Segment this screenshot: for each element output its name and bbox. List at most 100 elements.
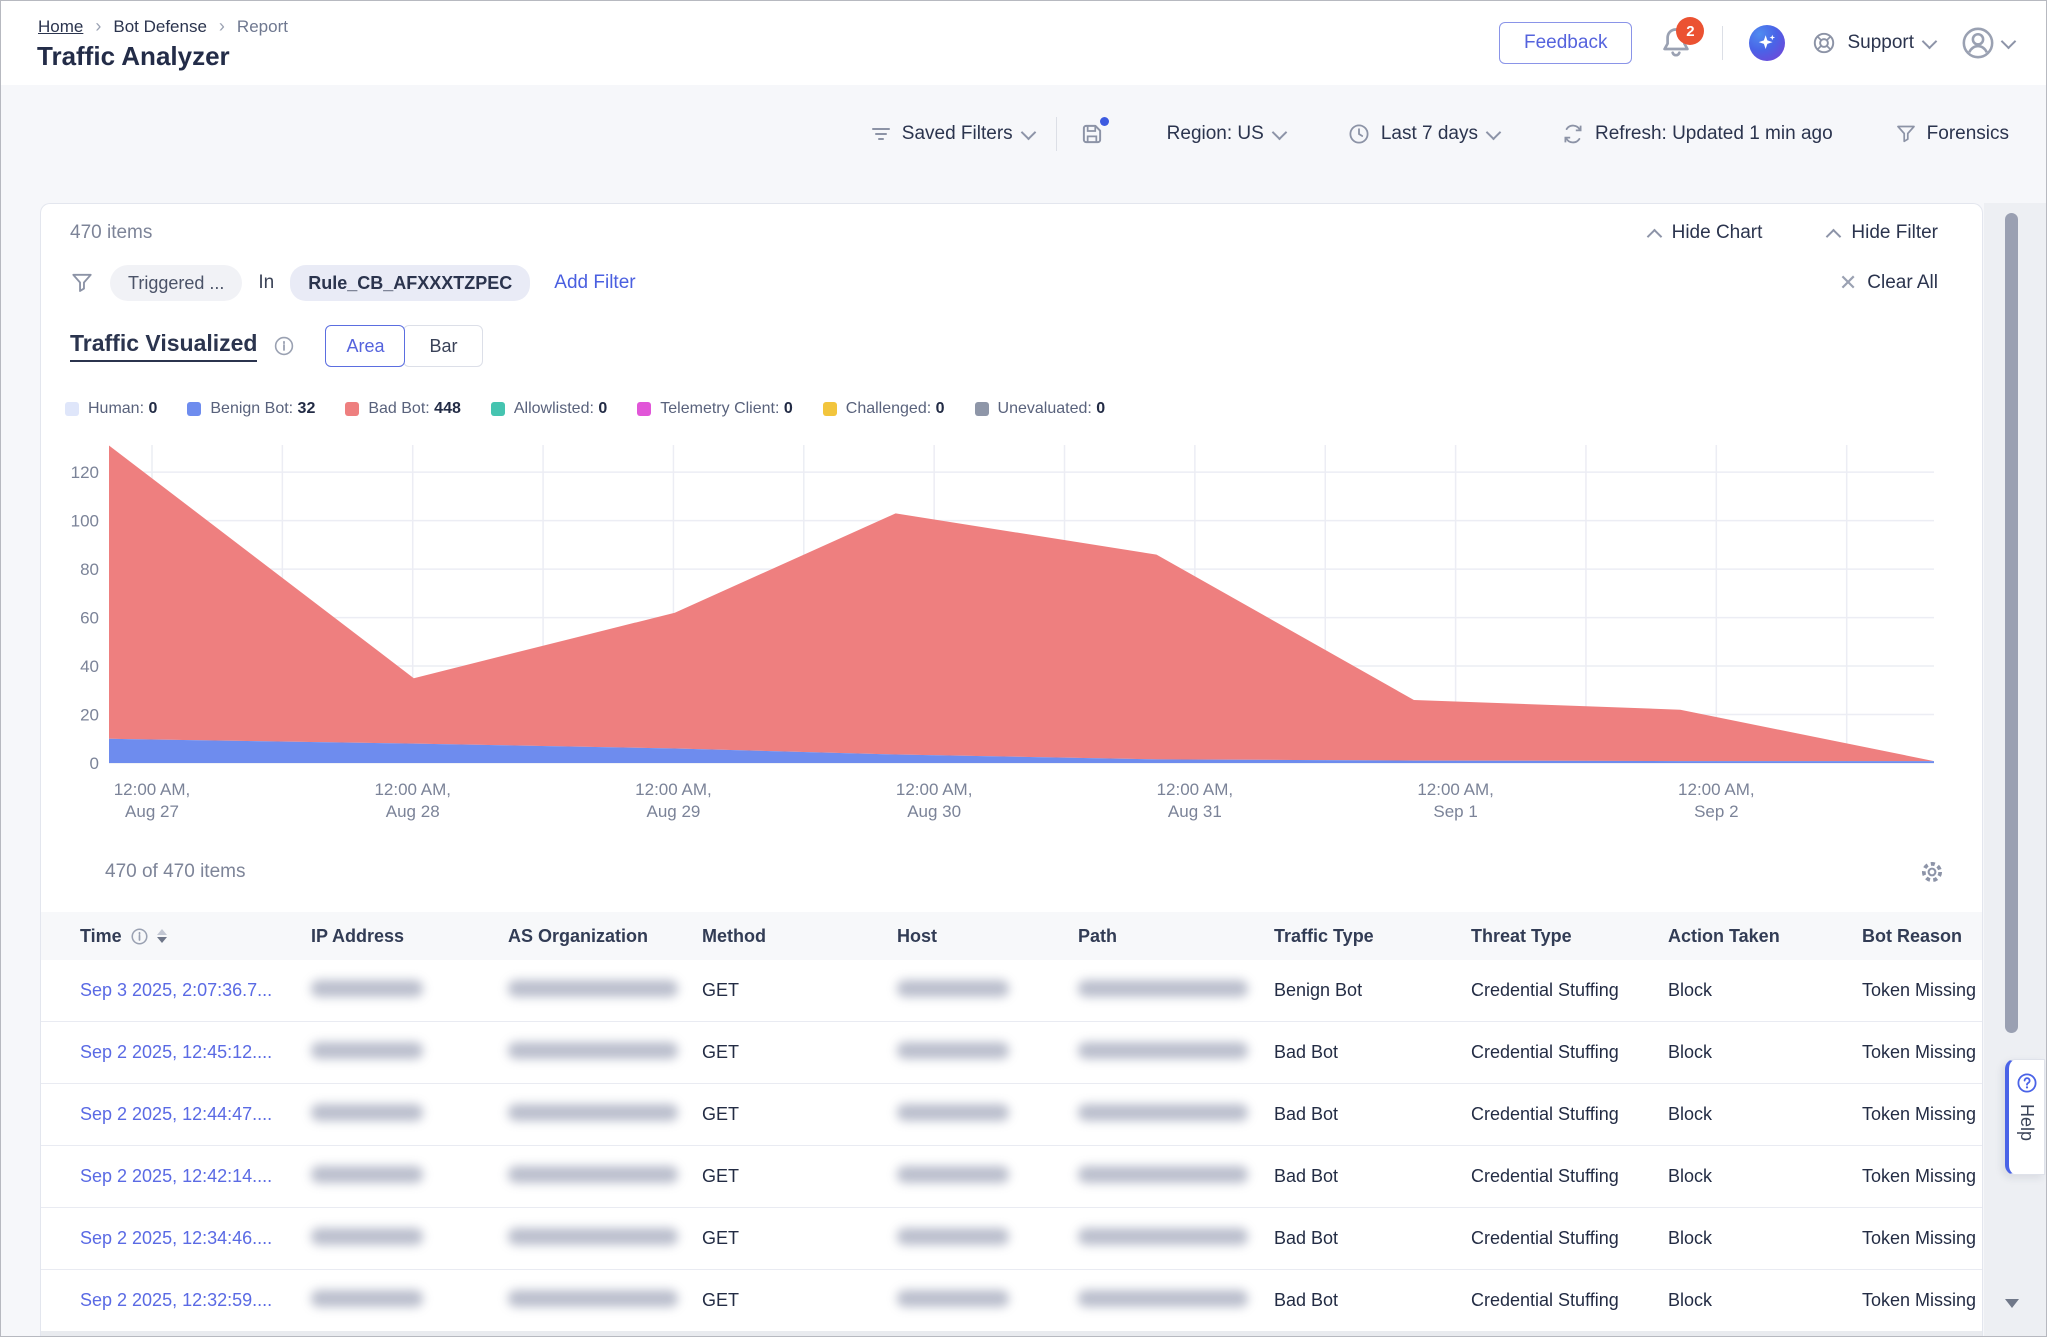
bar-view-button[interactable]: Bar <box>403 325 483 367</box>
table-row[interactable]: Sep 2 2025, 12:34:46....GETBad BotCreden… <box>41 1208 1982 1270</box>
legend-label: Unevaluated: 0 <box>998 400 1106 418</box>
region-label: Region: US <box>1167 123 1264 145</box>
cell-threat-type: Credential Stuffing <box>1471 1042 1668 1063</box>
cell-as-organization <box>508 980 702 1002</box>
help-tab[interactable]: Help <box>2005 1059 2045 1175</box>
redacted-cell <box>897 1166 1009 1183</box>
info-icon[interactable] <box>130 927 149 946</box>
time-link[interactable]: Sep 2 2025, 12:44:47.... <box>80 1104 272 1124</box>
saved-filters-button[interactable]: Saved Filters <box>870 123 1034 145</box>
area-view-button[interactable]: Area <box>325 325 405 367</box>
help-label: Help <box>2016 1104 2037 1141</box>
info-icon[interactable] <box>273 335 295 357</box>
cell-threat-type: Credential Stuffing <box>1471 980 1668 1001</box>
time-link[interactable]: Sep 3 2025, 2:07:36.7... <box>80 980 272 1000</box>
x-axis-tick-date: Aug 31 <box>1168 802 1222 821</box>
legend-item-unevaluated[interactable]: Unevaluated: 0 <box>975 400 1106 418</box>
filter-operator: In <box>258 272 274 294</box>
clear-all-button[interactable]: ✕ Clear All <box>1839 270 1938 296</box>
redacted-cell <box>508 1228 678 1245</box>
hide-filter-button[interactable]: Hide Filter <box>1828 222 1938 244</box>
x-axis-tick-date: Aug 27 <box>125 802 179 821</box>
breadcrumb: Home › Bot Defense › Report <box>38 16 288 37</box>
column-header-method[interactable]: Method <box>702 926 897 947</box>
column-header-bot-reason[interactable]: Bot Reason <box>1862 926 1982 947</box>
legend-swatch <box>187 402 201 416</box>
legend-item-bad-bot[interactable]: Bad Bot: 448 <box>345 400 461 418</box>
breadcrumb-home-link[interactable]: Home <box>38 17 83 37</box>
legend-swatch <box>345 402 359 416</box>
breadcrumb-bot-defense[interactable]: Bot Defense <box>113 17 207 37</box>
time-link[interactable]: Sep 2 2025, 12:34:46.... <box>80 1228 272 1248</box>
y-axis-tick-label: 120 <box>71 463 99 482</box>
filter-field-pill[interactable]: Triggered ... <box>110 265 242 301</box>
column-header-time[interactable]: Time <box>80 926 311 947</box>
redacted-cell <box>311 1166 423 1183</box>
table-row[interactable]: Sep 2 2025, 12:42:14....GETBad BotCreden… <box>41 1146 1982 1208</box>
forensics-button[interactable]: Forensics <box>1895 123 2009 145</box>
legend-item-benign-bot[interactable]: Benign Bot: 32 <box>187 400 315 418</box>
cell-traffic-type: Bad Bot <box>1274 1228 1471 1249</box>
hide-chart-button[interactable]: Hide Chart <box>1649 222 1763 244</box>
refresh-button[interactable]: Refresh: Updated 1 min ago <box>1561 122 1833 146</box>
legend-item-allowlisted[interactable]: Allowlisted: 0 <box>491 400 607 418</box>
legend-label: Allowlisted: 0 <box>514 400 607 418</box>
y-axis-tick-label: 40 <box>80 657 99 676</box>
user-menu[interactable] <box>1961 26 2014 60</box>
table-row[interactable]: Sep 2 2025, 12:32:59....GETBad BotCreden… <box>41 1270 1982 1332</box>
support-menu[interactable]: Support <box>1811 30 1935 56</box>
cell-host <box>897 1290 1078 1312</box>
time-range-selector[interactable]: Last 7 days <box>1347 122 1499 146</box>
scrollbar-thumb[interactable] <box>2005 213 2018 1033</box>
notifications-button[interactable]: 2 <box>1658 23 1696 63</box>
filter-value-pill[interactable]: Rule_CB_AFXXXTZPEC <box>290 265 530 301</box>
table-row[interactable]: Sep 2 2025, 12:45:12....GETBad BotCreden… <box>41 1022 1982 1084</box>
cell-traffic-type: Bad Bot <box>1274 1042 1471 1063</box>
legend-item-telemetry-client[interactable]: Telemetry Client: 0 <box>637 400 793 418</box>
column-header-host[interactable]: Host <box>897 926 1078 947</box>
redacted-cell <box>897 1042 1009 1059</box>
table-body: Sep 3 2025, 2:07:36.7...GETBenign BotCre… <box>41 960 1982 1332</box>
cell-method: GET <box>702 1104 897 1125</box>
chevron-down-icon <box>1272 124 1288 140</box>
horizontal-scrollbar-track[interactable] <box>41 1331 1982 1337</box>
toolbar: Saved Filters Region: US Last 7 days <box>870 106 2009 162</box>
legend-item-challenged[interactable]: Challenged: 0 <box>823 400 945 418</box>
refresh-label: Refresh: Updated 1 min ago <box>1595 123 1833 145</box>
hide-filter-label: Hide Filter <box>1851 222 1938 244</box>
cell-path <box>1078 1166 1274 1188</box>
time-link[interactable]: Sep 2 2025, 12:45:12.... <box>80 1042 272 1062</box>
redacted-cell <box>311 1290 423 1307</box>
scrollbar-down-arrow[interactable] <box>2005 1299 2019 1308</box>
column-header-action-taken[interactable]: Action Taken <box>1668 926 1862 947</box>
column-header-path[interactable]: Path <box>1078 926 1274 947</box>
traffic-visualized-title[interactable]: Traffic Visualized <box>70 330 257 362</box>
legend-swatch <box>637 402 651 416</box>
column-header-as-organization[interactable]: AS Organization <box>508 926 702 947</box>
table-row[interactable]: Sep 2 2025, 12:44:47....GETBad BotCreden… <box>41 1084 1982 1146</box>
column-header-threat-type[interactable]: Threat Type <box>1471 926 1668 947</box>
x-axis-tick-time: 12:00 AM, <box>374 780 451 799</box>
table-row[interactable]: Sep 3 2025, 2:07:36.7...GETBenign BotCre… <box>41 960 1982 1022</box>
time-link[interactable]: Sep 2 2025, 12:42:14.... <box>80 1166 272 1186</box>
save-view-button[interactable] <box>1079 121 1105 147</box>
column-header-ip-address[interactable]: IP Address <box>311 926 508 947</box>
cell-bot-reason: Token Missing <box>1862 1166 1982 1187</box>
cell-ip-address <box>311 1228 508 1250</box>
cell-traffic-type: Bad Bot <box>1274 1166 1471 1187</box>
time-link[interactable]: Sep 2 2025, 12:32:59.... <box>80 1290 272 1310</box>
cell-host <box>897 1104 1078 1126</box>
legend-item-human[interactable]: Human: 0 <box>65 400 157 418</box>
feedback-button[interactable]: Feedback <box>1499 22 1632 64</box>
cell-method: GET <box>702 1228 897 1249</box>
filter-lines-icon <box>870 123 892 145</box>
cell-host <box>897 1042 1078 1064</box>
add-filter-link[interactable]: Add Filter <box>554 272 635 294</box>
gear-icon[interactable] <box>1918 858 1946 886</box>
sort-control[interactable] <box>157 929 167 943</box>
region-selector[interactable]: Region: US <box>1167 123 1285 145</box>
header-divider <box>1722 26 1723 60</box>
chart-legend: Human: 0 Benign Bot: 32 Bad Bot: 448 Allowl… <box>65 400 1105 418</box>
ai-assistant-button[interactable] <box>1749 25 1785 61</box>
column-header-traffic-type[interactable]: Traffic Type <box>1274 926 1471 947</box>
